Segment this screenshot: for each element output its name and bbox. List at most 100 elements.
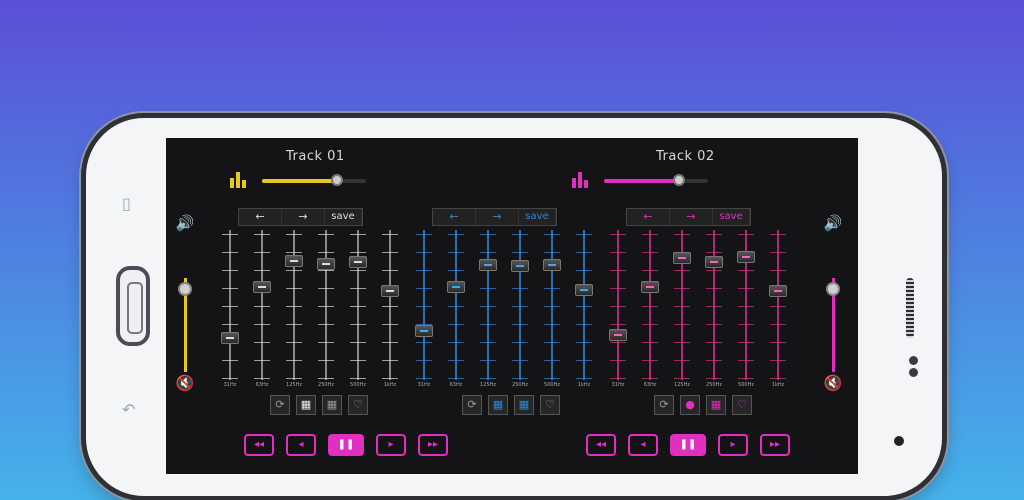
track-01-level-slider[interactable] xyxy=(262,174,366,186)
heart-icon[interactable]: ♡ xyxy=(540,395,560,415)
eq-band[interactable]: 63Hz xyxy=(248,230,276,388)
eq-thumb-mark xyxy=(580,289,588,291)
pause-button[interactable]: ❚❚ xyxy=(328,434,364,456)
eq-band-thumb[interactable] xyxy=(349,256,367,268)
repeat-icon[interactable]: ⟳ xyxy=(654,395,674,415)
eq-tick xyxy=(382,360,398,361)
eq-tick xyxy=(512,234,528,235)
eq-band[interactable]: 500Hz xyxy=(344,230,372,388)
eq-tick xyxy=(642,324,658,325)
next-preset-button[interactable]: → xyxy=(282,209,325,225)
track-01-level-knob[interactable] xyxy=(331,174,343,186)
grid-icon[interactable]: ▦ xyxy=(296,395,316,415)
eq-band[interactable]: 500Hz xyxy=(732,230,760,388)
eq-band[interactable]: 63Hz xyxy=(442,230,470,388)
record-icon[interactable]: ● xyxy=(680,395,700,415)
grid-icon[interactable]: ▦ xyxy=(514,395,534,415)
eq-tick xyxy=(610,306,626,307)
eq-tick xyxy=(544,360,560,361)
prev-preset-button[interactable]: ← xyxy=(627,209,670,225)
eq-tick xyxy=(318,234,334,235)
eq-band[interactable]: 63Hz xyxy=(636,230,664,388)
heart-icon[interactable]: ♡ xyxy=(348,395,368,415)
eq-band-thumb[interactable] xyxy=(673,252,691,264)
eq-band-thumb[interactable] xyxy=(769,285,787,297)
next-preset-button[interactable]: → xyxy=(670,209,713,225)
fast-forward-button[interactable]: ▸▸ xyxy=(418,434,448,456)
right-volume-control[interactable]: 🔊 🔇 xyxy=(822,214,844,394)
eq-band[interactable]: 125Hz xyxy=(668,230,696,388)
save-preset-button[interactable]: save xyxy=(519,209,556,225)
rewind-button[interactable]: ◂◂ xyxy=(244,434,274,456)
eq-band-thumb[interactable] xyxy=(447,281,465,293)
eq-tick xyxy=(254,306,270,307)
eq-tick xyxy=(544,342,560,343)
eq-band-thumb[interactable] xyxy=(609,329,627,341)
prev-preset-button[interactable]: ← xyxy=(239,209,282,225)
eq-tick xyxy=(738,324,754,325)
eq-tick xyxy=(770,360,786,361)
eq-band[interactable]: 500Hz xyxy=(538,230,566,388)
mute-icon[interactable]: 🔇 xyxy=(174,374,196,392)
eq-frequency-label: 1kHz xyxy=(383,382,397,388)
eq-band[interactable]: 1kHz xyxy=(376,230,404,388)
repeat-icon[interactable]: ⟳ xyxy=(462,395,482,415)
track-02-level-slider[interactable] xyxy=(604,174,708,186)
grid-icon[interactable]: ▦ xyxy=(488,395,508,415)
eq-band[interactable]: 1kHz xyxy=(570,230,598,388)
eq-band-thumb[interactable] xyxy=(705,256,723,268)
eq-band[interactable]: 31Hz xyxy=(216,230,244,388)
fast-forward-button[interactable]: ▸▸ xyxy=(760,434,790,456)
previous-button[interactable]: ◂ xyxy=(628,434,658,456)
eq-tick xyxy=(286,288,302,289)
eq-band-thumb[interactable] xyxy=(381,285,399,297)
heart-icon[interactable]: ♡ xyxy=(732,395,752,415)
repeat-icon[interactable]: ⟳ xyxy=(270,395,290,415)
eq-band[interactable]: 250Hz xyxy=(700,230,728,388)
pause-button[interactable]: ❚❚ xyxy=(670,434,706,456)
eq-band-thumb[interactable] xyxy=(511,260,529,272)
save-preset-button[interactable]: save xyxy=(325,209,362,225)
recent-apps-icon[interactable]: ▯ xyxy=(122,194,131,213)
eq-band[interactable]: 31Hz xyxy=(410,230,438,388)
prev-preset-button[interactable]: ← xyxy=(433,209,476,225)
eq-band-thumb[interactable] xyxy=(543,259,561,271)
next-preset-button[interactable]: → xyxy=(476,209,519,225)
mute-icon[interactable]: 🔇 xyxy=(822,374,844,392)
eq-band-thumb[interactable] xyxy=(253,281,271,293)
left-volume-knob[interactable] xyxy=(178,282,192,296)
front-camera xyxy=(894,436,904,446)
next-button[interactable]: ▸ xyxy=(718,434,748,456)
eq-frequency-label: 250Hz xyxy=(512,382,528,388)
app-screen: Track 01 Track 02 🔊 🔇 🔊 🔇 ← → save ← → s… xyxy=(166,138,858,474)
eq-band[interactable]: 1kHz xyxy=(764,230,792,388)
eq-frequency-label: 125Hz xyxy=(674,382,690,388)
eq-band[interactable]: 250Hz xyxy=(506,230,534,388)
eq-band-thumb[interactable] xyxy=(221,332,239,344)
eq-band-thumb[interactable] xyxy=(737,251,755,263)
eq-band[interactable]: 31Hz xyxy=(604,230,632,388)
eq-tick xyxy=(448,234,464,235)
back-icon[interactable]: ↶ xyxy=(122,400,135,419)
eq-band[interactable]: 125Hz xyxy=(280,230,308,388)
eq-band-thumb[interactable] xyxy=(317,258,335,270)
eq-band-thumb[interactable] xyxy=(415,325,433,337)
eq-band-thumb[interactable] xyxy=(575,284,593,296)
left-volume-control[interactable]: 🔊 🔇 xyxy=(174,214,196,394)
home-button[interactable] xyxy=(116,266,150,346)
grid-icon[interactable]: ▦ xyxy=(322,395,342,415)
eq-band[interactable]: 125Hz xyxy=(474,230,502,388)
save-preset-button[interactable]: save xyxy=(713,209,750,225)
eq-tick xyxy=(576,342,592,343)
eq-band[interactable]: 250Hz xyxy=(312,230,340,388)
previous-button[interactable]: ◂ xyxy=(286,434,316,456)
grid-icon[interactable]: ▦ xyxy=(706,395,726,415)
eq-tick xyxy=(642,306,658,307)
next-button[interactable]: ▸ xyxy=(376,434,406,456)
eq-band-thumb[interactable] xyxy=(641,281,659,293)
rewind-button[interactable]: ◂◂ xyxy=(586,434,616,456)
track-02-level-knob[interactable] xyxy=(673,174,685,186)
right-volume-knob[interactable] xyxy=(826,282,840,296)
eq-band-thumb[interactable] xyxy=(479,259,497,271)
eq-band-thumb[interactable] xyxy=(285,255,303,267)
